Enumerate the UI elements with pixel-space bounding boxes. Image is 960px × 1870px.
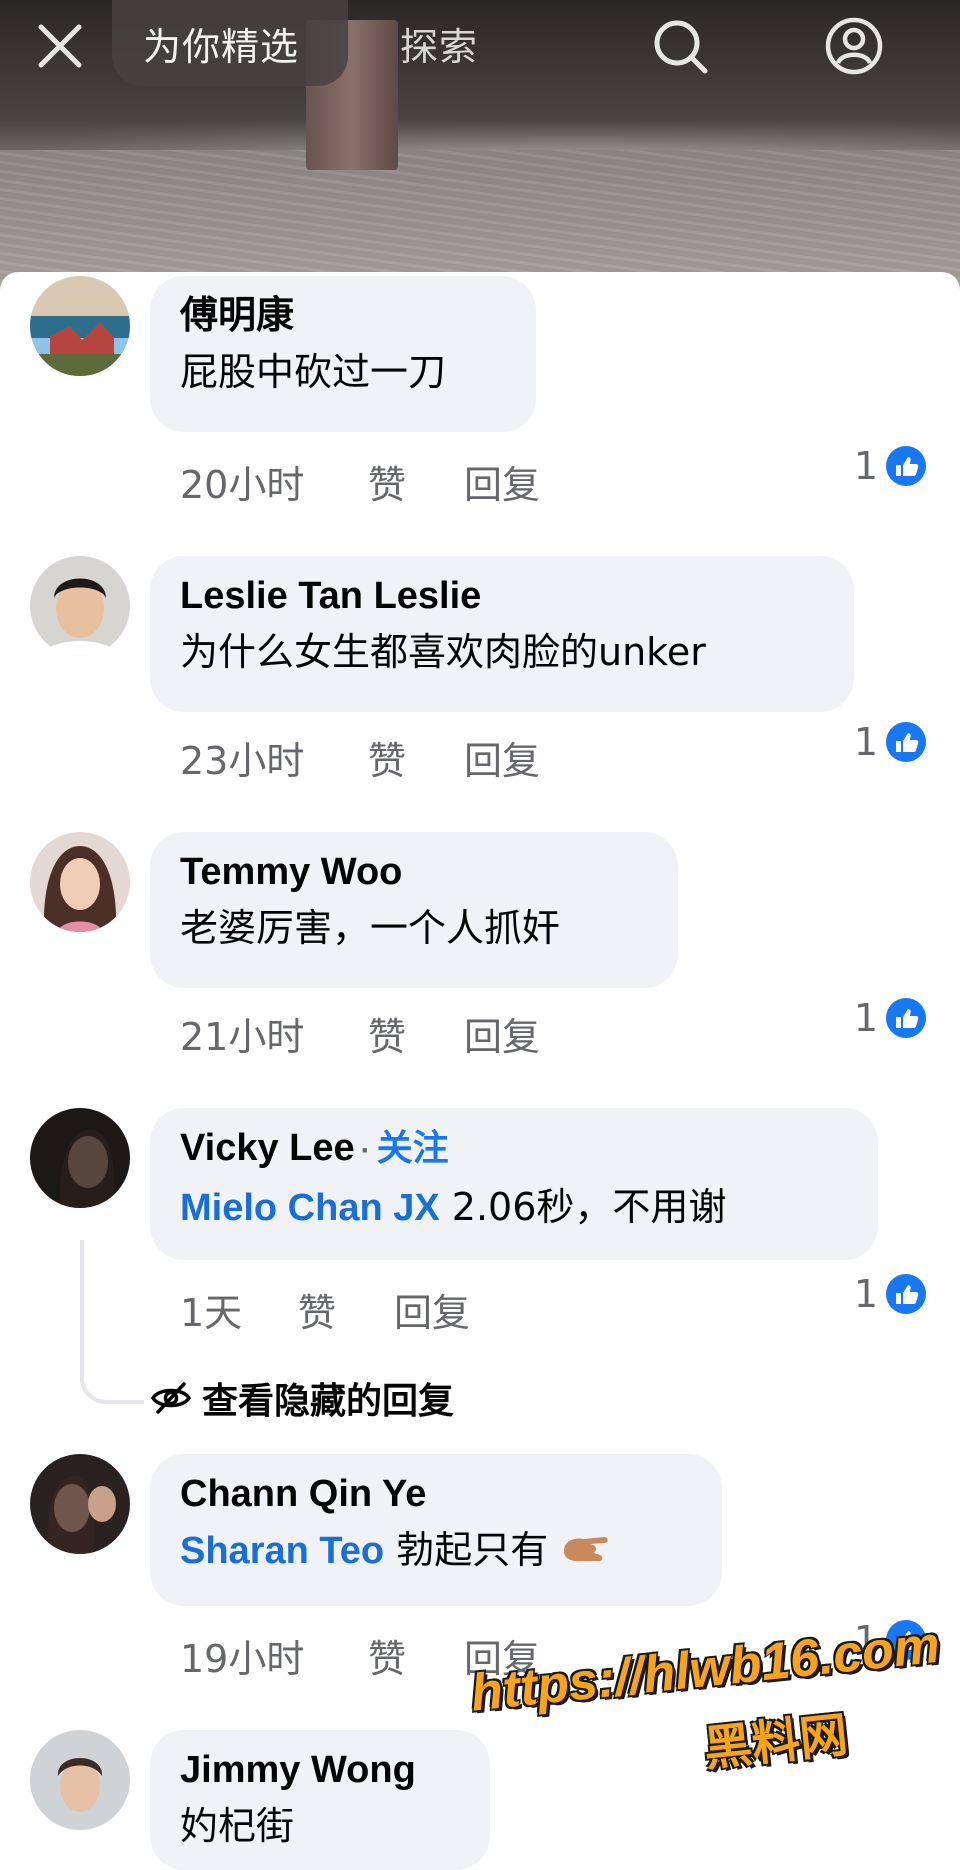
reply-button[interactable]: 回复	[464, 1006, 540, 1061]
comment-text: 勃起只有	[384, 1528, 549, 1572]
comment-author[interactable]: Vicky Lee	[180, 1127, 355, 1169]
avatar[interactable]	[30, 1454, 130, 1554]
comment-text: 妁杞街	[180, 1804, 295, 1848]
comment-text: 屁股中砍过一刀	[180, 350, 447, 394]
reply-button[interactable]: 回复	[464, 454, 540, 509]
like-button[interactable]: 赞	[368, 1628, 464, 1683]
reply-thread-line	[80, 1240, 144, 1404]
like-reaction-icon	[886, 722, 926, 762]
separator-dot: ·	[360, 1134, 371, 1167]
comment-time: 1天	[180, 1291, 243, 1335]
reaction-count[interactable]: 1	[854, 444, 926, 488]
watermark-name: 黑料网	[701, 1706, 851, 1778]
reaction-number: 1	[853, 996, 878, 1040]
pinching-hand-emoji	[564, 1537, 609, 1562]
comment-text-line: Sharan Teo 勃起只有	[180, 1522, 692, 1579]
tab-explore[interactable]: 探索	[400, 16, 478, 71]
mention-link[interactable]: Sharan Teo	[180, 1530, 384, 1572]
reply-button[interactable]: 回复	[394, 1282, 470, 1337]
comment-meta: 1天 赞回复	[180, 1282, 470, 1337]
reply-button[interactable]: 回复	[464, 730, 540, 785]
avatar[interactable]	[30, 276, 130, 376]
comment-bubble: Leslie Tan Leslie 为什么女生都喜欢肉脸的unker	[150, 556, 854, 712]
avatar[interactable]	[30, 832, 130, 932]
profile-button[interactable]	[822, 14, 886, 78]
reaction-count[interactable]: 1	[854, 1272, 926, 1316]
comment-meta: 23小时 赞回复	[180, 730, 540, 785]
comment-text: 为什么女生都喜欢肉脸的unker	[180, 630, 706, 674]
comment-time: 20小时	[180, 463, 305, 507]
like-reaction-icon	[886, 1274, 926, 1314]
avatar[interactable]	[30, 556, 130, 656]
comment-author[interactable]: 傅明康	[180, 294, 506, 338]
reaction-number: 1	[853, 1272, 878, 1316]
comment-meta: 21小时 赞回复	[180, 1006, 540, 1061]
hidden-replies-label: 查看隐藏的回复	[202, 1381, 455, 1422]
comment-bubble: Jimmy Wong 妁杞街	[150, 1730, 490, 1870]
view-hidden-replies[interactable]: 查看隐藏的回复	[150, 1372, 454, 1424]
comment-time: 21小时	[180, 1015, 305, 1059]
reaction-number: 1	[853, 444, 878, 488]
search-icon	[654, 20, 708, 74]
top-bar: 为你精选 探索	[0, 0, 960, 92]
like-button[interactable]: 赞	[368, 1006, 464, 1061]
comment-author[interactable]: Leslie Tan Leslie	[180, 574, 824, 618]
like-reaction-icon	[886, 998, 926, 1038]
comment-author-line: Vicky Lee · 关注	[180, 1126, 848, 1173]
comment-meta: 20小时 赞回复	[180, 454, 540, 509]
reaction-count[interactable]: 1	[854, 996, 926, 1040]
comment-time: 23小时	[180, 739, 305, 783]
comment-bubble: Vicky Lee · 关注 Mielo Chan JX 2.06秒，不用谢	[150, 1108, 878, 1260]
comment-text: 2.06秒，不用谢	[439, 1185, 727, 1229]
comment-bubble: Temmy Woo 老婆厉害，一个人抓奸	[150, 832, 678, 988]
search-button[interactable]	[648, 14, 712, 78]
comment-time: 19小时	[180, 1637, 305, 1681]
close-icon	[38, 24, 82, 68]
like-button[interactable]: 赞	[368, 454, 464, 509]
mention-link[interactable]: Mielo Chan JX	[180, 1187, 440, 1229]
like-button[interactable]: 赞	[298, 1282, 394, 1337]
comment-bubble: 傅明康 屁股中砍过一刀	[150, 276, 536, 432]
like-reaction-icon	[886, 446, 926, 486]
comment-author[interactable]: Temmy Woo	[180, 850, 648, 894]
profile-icon	[825, 17, 883, 75]
comment-author[interactable]: Chann Qin Ye	[180, 1472, 692, 1516]
comment-text: 老婆厉害，一个人抓奸	[180, 906, 561, 950]
comment-bubble: Chann Qin Ye Sharan Teo 勃起只有	[150, 1454, 722, 1606]
close-button[interactable]	[28, 14, 92, 78]
avatar[interactable]	[30, 1108, 130, 1208]
comment-text-line: Mielo Chan JX 2.06秒，不用谢	[180, 1179, 848, 1236]
follow-button[interactable]: 关注	[377, 1127, 449, 1168]
like-button[interactable]: 赞	[368, 730, 464, 785]
comment-author[interactable]: Jimmy Wong	[180, 1748, 460, 1792]
reaction-count[interactable]: 1	[854, 720, 926, 764]
reaction-number: 1	[853, 720, 878, 764]
eye-off-icon	[150, 1382, 192, 1414]
tab-for-you[interactable]: 为你精选	[143, 16, 299, 71]
avatar[interactable]	[30, 1730, 130, 1830]
